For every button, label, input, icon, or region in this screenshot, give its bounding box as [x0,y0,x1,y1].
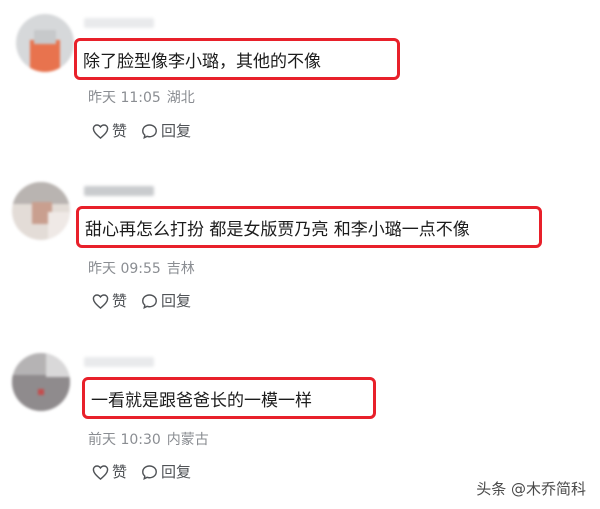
like-label: 赞 [112,292,128,310]
comment-text-highlighted: 一看就是跟爸爸长的一模一样 [82,377,376,419]
comment-text-highlighted: 除了脸型像李小璐，其他的不像 [74,38,400,80]
comment-time: 昨天 09:55 [88,261,161,277]
comment-location: 湖北 [166,90,195,106]
comment-meta: 昨天 11:05 湖北 [88,87,195,107]
comment-actions: 赞 回复 [92,290,205,311]
watermark: 头条 @木乔简科 [476,480,586,498]
avatar[interactable] [12,353,70,411]
comment-location: 吉林 [166,261,195,277]
comment-text-highlighted: 甜心再怎么打扮 都是女版贾乃亮 和李小璐一点不像 [76,206,542,248]
like-button[interactable]: 赞 [92,461,127,482]
comment-actions: 赞 回复 [92,461,205,482]
speech-bubble-icon [142,464,157,480]
reply-button[interactable]: 回复 [141,461,191,482]
comment-time: 昨天 11:05 [88,90,161,106]
avatar[interactable] [16,14,74,72]
username-redacted [84,186,154,196]
heart-icon [92,123,109,139]
reply-label: 回复 [161,463,192,481]
username-redacted [84,18,154,28]
like-button[interactable]: 赞 [92,290,127,311]
comment-meta: 前天 10:30 内蒙古 [88,429,209,449]
comment-text: 除了脸型像李小璐，其他的不像 [83,51,321,72]
heart-icon [92,293,109,309]
reply-button[interactable]: 回复 [141,120,191,141]
avatar[interactable] [12,182,70,240]
like-button[interactable]: 赞 [92,120,127,141]
comment-location: 内蒙古 [166,432,209,448]
heart-icon [92,464,109,480]
comment-text: 甜心再怎么打扮 都是女版贾乃亮 和李小璐一点不像 [85,219,470,240]
username-redacted [84,357,154,367]
speech-bubble-icon [142,293,157,309]
comment-meta: 昨天 09:55 吉林 [88,258,195,278]
comment-text: 一看就是跟爸爸长的一模一样 [91,390,312,411]
speech-bubble-icon [142,123,157,139]
comment-item: 除了脸型像李小璐，其他的不像 昨天 11:05 湖北 赞 回复 [0,0,600,160]
comment-item: 甜心再怎么打扮 都是女版贾乃亮 和李小璐一点不像 昨天 09:55 吉林 赞 回复 [0,170,600,340]
like-label: 赞 [112,122,128,140]
reply-button[interactable]: 回复 [141,290,191,311]
like-label: 赞 [112,463,128,481]
comment-actions: 赞 回复 [92,120,205,141]
reply-label: 回复 [161,122,192,140]
comment-time: 前天 10:30 [88,432,161,448]
reply-label: 回复 [161,292,192,310]
